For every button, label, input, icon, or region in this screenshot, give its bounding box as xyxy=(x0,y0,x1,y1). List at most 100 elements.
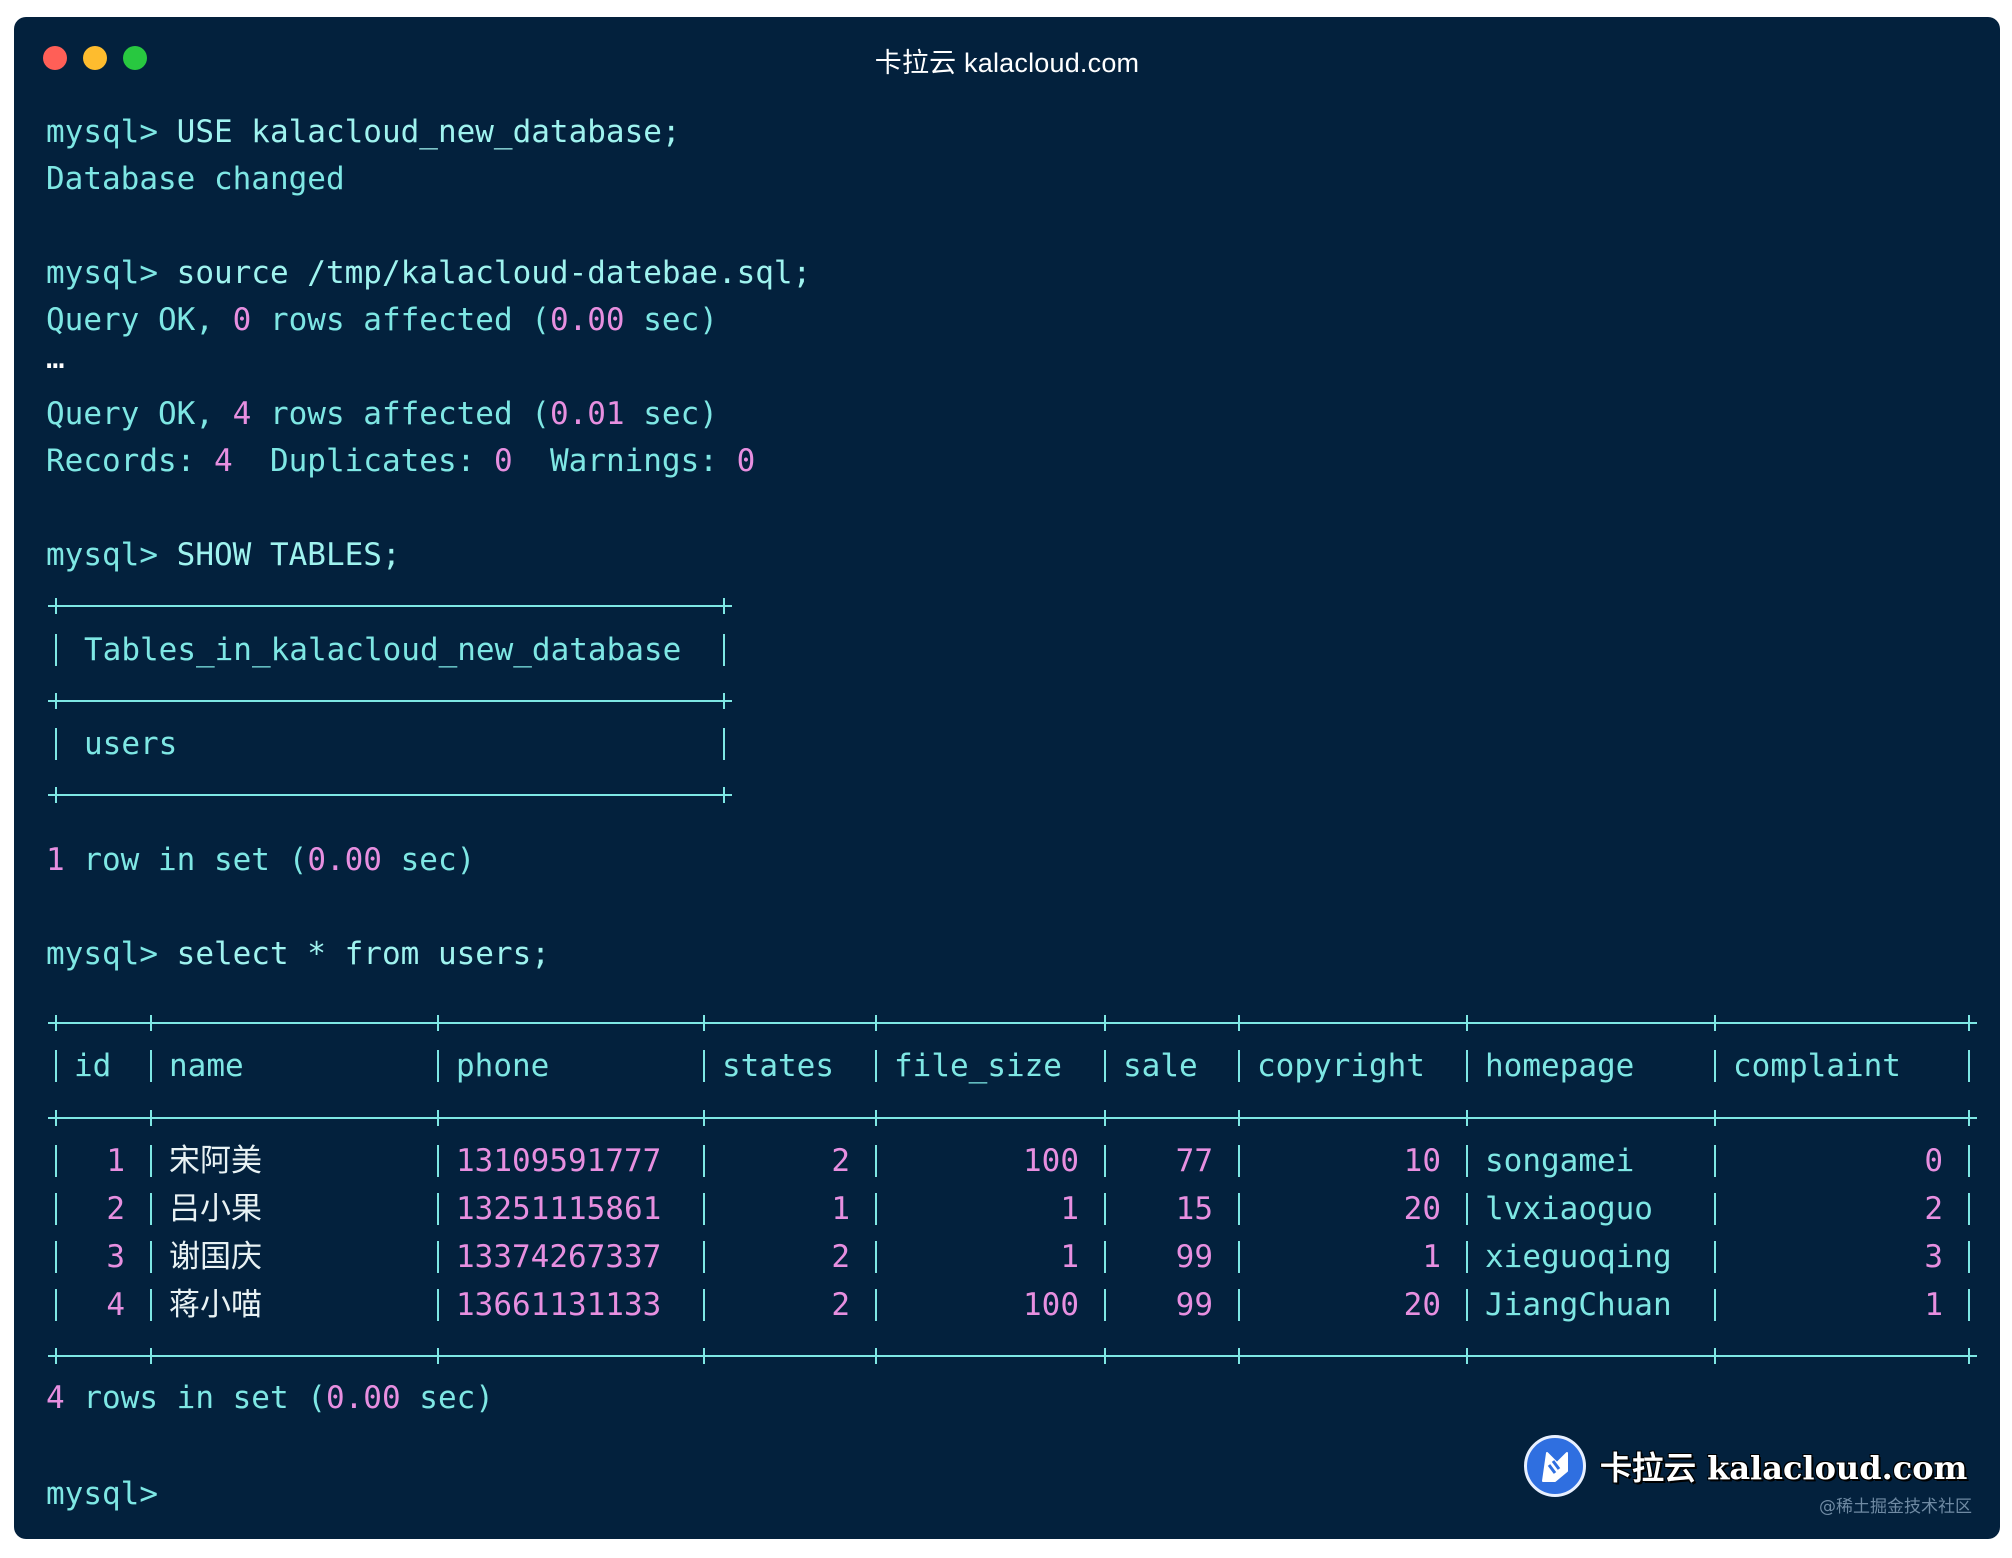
output-line: Records: 4 Duplicates: 0 Warnings: 0 xyxy=(46,442,755,480)
table-cell-complaint: 2 xyxy=(1924,1191,1943,1227)
table-border-corner xyxy=(694,1108,714,1128)
table-cell-divider xyxy=(1238,1145,1240,1177)
command-line: mysql> USE kalacloud_new_database; xyxy=(46,113,681,151)
table-border-corner xyxy=(866,1346,886,1366)
table-cell-phone: 13374267337 xyxy=(456,1239,662,1275)
table-border-corner xyxy=(1095,1108,1115,1128)
text: sec) xyxy=(624,396,718,432)
duration: 0.00 xyxy=(549,302,625,338)
table-cell-sale: 15 xyxy=(1175,1191,1213,1227)
table-border-corner xyxy=(714,691,734,711)
column-header: name xyxy=(169,1048,244,1084)
table-cell-copyright: 1 xyxy=(1422,1239,1441,1275)
prompt: mysql> xyxy=(46,255,158,291)
count: 4 xyxy=(232,396,252,432)
table-cell-divider xyxy=(1714,1050,1716,1082)
column-header: file_size xyxy=(894,1048,1062,1084)
table-cell-id: 3 xyxy=(106,1239,125,1275)
table-cell-divider xyxy=(1466,1050,1468,1082)
output-line: Query OK, 4 rows affected (0.01 sec) xyxy=(46,395,718,433)
table-cell-divider xyxy=(437,1289,439,1321)
table-cell-divider xyxy=(703,1289,705,1321)
column-header: complaint xyxy=(1733,1048,1901,1084)
table-cell-divider xyxy=(1466,1145,1468,1177)
text: sec) xyxy=(624,302,718,338)
table-cell-divider xyxy=(1104,1050,1106,1082)
warnings-count: 0 xyxy=(736,443,756,479)
table-cell-divider xyxy=(55,1145,57,1177)
table-border-corner xyxy=(1457,1108,1477,1128)
text: Duplicates: xyxy=(232,443,494,479)
table-cell-divider xyxy=(437,1193,439,1225)
table-border-corner xyxy=(1229,1108,1249,1128)
table-cell-divider xyxy=(150,1193,152,1225)
table-border-line xyxy=(56,1117,1969,1119)
column-header: phone xyxy=(456,1048,550,1084)
table-border-corner xyxy=(1457,1013,1477,1033)
table-border-corner xyxy=(1705,1108,1725,1128)
table-border-corner xyxy=(1229,1013,1249,1033)
text: Records: xyxy=(46,443,214,479)
table-cell-divider xyxy=(1104,1145,1106,1177)
watermark: @稀土掘金技术社区 xyxy=(1819,1497,1972,1517)
table-cell-divider xyxy=(1714,1289,1716,1321)
table-cell-divider xyxy=(55,1050,57,1082)
command-text: source /tmp/kalacloud-datebae.sql; xyxy=(176,255,812,291)
table-cell-phone: 13251115861 xyxy=(456,1191,662,1227)
terminal-window: 卡拉云 kalacloud.com mysql> USE kalacloud_n… xyxy=(14,17,2000,1539)
table-border-corner xyxy=(46,691,66,711)
final-prompt[interactable]: mysql> xyxy=(46,1475,158,1513)
table-cell-divider xyxy=(1238,1241,1240,1273)
output-line: Database changed xyxy=(46,161,345,197)
table-cell-name: 宋阿美 xyxy=(169,1143,262,1179)
duration: 0.00 xyxy=(307,842,382,878)
table-cell-complaint: 3 xyxy=(1924,1239,1943,1275)
table-cell-file_size: 1 xyxy=(1060,1239,1079,1275)
table-cell-complaint: 0 xyxy=(1924,1143,1943,1179)
terminal-output[interactable]: mysql> USE kalacloud_new_database; Datab… xyxy=(46,114,1979,1525)
prompt: mysql> xyxy=(46,537,158,573)
text: sec) xyxy=(400,1380,494,1416)
table-cell-divider xyxy=(1238,1050,1240,1082)
tables-header-cell: Tables_in_kalacloud_new_database xyxy=(84,632,682,668)
table-cell-name: 谢国庆 xyxy=(169,1239,262,1275)
text: rows affected ( xyxy=(251,302,550,338)
table-cell-name: 吕小果 xyxy=(169,1191,262,1227)
table-cell-divider xyxy=(703,1241,705,1273)
table-border-corner xyxy=(428,1346,448,1366)
table-cell-divider xyxy=(150,1241,152,1273)
table-cell-divider xyxy=(723,634,725,666)
table-border-corner xyxy=(428,1013,448,1033)
duration: 0.00 xyxy=(325,1380,401,1416)
duplicates-count: 0 xyxy=(493,443,513,479)
table-cell-divider xyxy=(55,1289,57,1321)
table-cell-divider xyxy=(723,728,725,760)
table-cell-divider xyxy=(875,1145,877,1177)
table-cell-divider xyxy=(1968,1289,1970,1321)
table-cell-file_size: 100 xyxy=(1023,1287,1079,1323)
table-cell-divider xyxy=(1714,1145,1716,1177)
table-cell-divider xyxy=(437,1050,439,1082)
table-cell-divider xyxy=(437,1241,439,1273)
table-cell-divider xyxy=(55,1241,57,1273)
table-border-line xyxy=(56,1355,1969,1357)
output-line: 4 rows in set (0.00 sec) xyxy=(46,1379,494,1417)
table-border-corner xyxy=(1457,1346,1477,1366)
table-cell-copyright: 20 xyxy=(1403,1191,1441,1227)
text: row in set ( xyxy=(64,842,308,878)
text: Query OK, xyxy=(46,396,233,432)
table-border-corner xyxy=(1959,1013,1979,1033)
table-cell-states: 2 xyxy=(831,1239,850,1275)
table-cell-divider xyxy=(1104,1193,1106,1225)
table-border-corner xyxy=(46,1108,66,1128)
table-border-line xyxy=(56,605,724,607)
table-cell-copyright: 10 xyxy=(1403,1143,1441,1179)
table-border-corner xyxy=(141,1346,161,1366)
table-cell-homepage: lvxiaoguo xyxy=(1485,1191,1653,1227)
table-border-corner xyxy=(866,1013,886,1033)
command-line: mysql> SHOW TABLES; xyxy=(46,536,401,574)
table-cell-states: 1 xyxy=(831,1191,850,1227)
table-cell-divider xyxy=(1968,1050,1970,1082)
output-line: 1 row in set (0.00 sec) xyxy=(46,841,475,879)
text: sec) xyxy=(381,842,476,878)
